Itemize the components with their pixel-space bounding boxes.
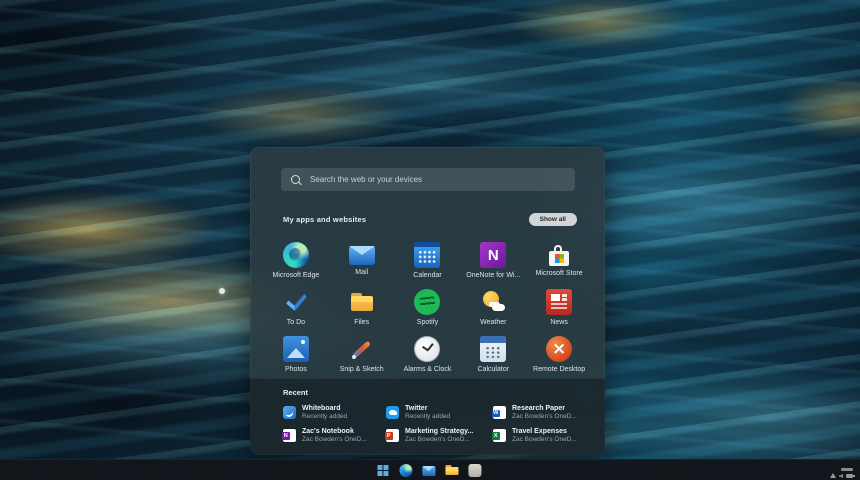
- start-menu-panel: My apps and websites Show all Microsoft …: [250, 147, 605, 455]
- doc-word-icon: [493, 406, 506, 419]
- snip-icon: [349, 336, 375, 362]
- recent-item-twitter[interactable]: TwitterRecently added: [386, 405, 493, 422]
- app-label: Files: [354, 319, 369, 326]
- news-icon: [546, 289, 572, 315]
- taskbar-mail-icon[interactable]: [422, 466, 435, 476]
- app-label: Microsoft Edge: [273, 272, 320, 279]
- weather-icon: [480, 289, 506, 315]
- recent-item-subtitle: Zac Bowden's OneD...: [512, 436, 577, 444]
- apps-section-title: My apps and websites: [283, 215, 366, 224]
- app-tile-microsoft-edge[interactable]: Microsoft Edge: [263, 242, 329, 289]
- files-icon: [349, 289, 375, 315]
- app-label: Alarms & Clock: [404, 366, 452, 373]
- recent-item-zac-s-notebook[interactable]: Zac's NotebookZac Bowden's OneD...: [283, 428, 386, 445]
- twitter-icon: [386, 406, 399, 419]
- onenote-icon: [480, 242, 506, 268]
- search-bar[interactable]: [281, 168, 575, 191]
- recent-item-title: Marketing Strategy...: [405, 428, 473, 436]
- app-label: News: [550, 319, 568, 326]
- taskbar-start-icon[interactable]: [376, 464, 389, 477]
- app-tile-calendar[interactable]: Calendar: [395, 242, 461, 289]
- app-tile-news[interactable]: News: [526, 289, 592, 336]
- app-tile-files[interactable]: Files: [329, 289, 395, 336]
- app-label: OneNote for Wi...: [466, 272, 520, 279]
- recent-section: Recent WhiteboardRecently addedTwitterRe…: [250, 378, 605, 455]
- taskbar-center-icons: [376, 460, 481, 480]
- clock-icon: [414, 336, 440, 362]
- photos-icon: [283, 336, 309, 362]
- taskbar-microsoft-edge-icon[interactable]: [399, 464, 412, 477]
- app-tile-onenote-for-wi[interactable]: OneNote for Wi...: [460, 242, 526, 289]
- recent-item-title: Zac's Notebook: [302, 428, 367, 436]
- taskbar: [0, 459, 860, 480]
- show-all-button[interactable]: Show all: [529, 213, 577, 226]
- app-tile-calculator[interactable]: Calculator: [460, 336, 526, 383]
- app-tile-alarms-clock[interactable]: Alarms & Clock: [395, 336, 461, 383]
- remote-icon: [546, 336, 572, 362]
- recent-item-subtitle: Zac Bowden's OneD...: [512, 413, 577, 421]
- desktop-wallpaper: My apps and websites Show all Microsoft …: [0, 0, 860, 480]
- recent-item-title: Research Paper: [512, 405, 577, 413]
- recent-grid: WhiteboardRecently addedTwitterRecently …: [283, 405, 605, 444]
- recent-item-title: Travel Expenses: [512, 428, 577, 436]
- store-icon: [549, 251, 569, 266]
- todo-icon: [283, 289, 309, 315]
- wifi-icon[interactable]: [830, 473, 836, 478]
- volume-icon[interactable]: [839, 474, 843, 478]
- recent-item-title: Twitter: [405, 405, 450, 413]
- recent-item-subtitle: Zac Bowden's OneD...: [302, 436, 367, 444]
- calculator-icon: [480, 336, 506, 362]
- app-label: To Do: [287, 319, 305, 326]
- doc-onenote-icon: [283, 429, 296, 442]
- recent-item-whiteboard[interactable]: WhiteboardRecently added: [283, 405, 386, 422]
- spotify-icon: [414, 289, 440, 315]
- mouse-cursor: [219, 288, 225, 294]
- app-label: Calculator: [478, 366, 510, 373]
- app-label: Snip & Sketch: [340, 366, 384, 373]
- app-label: Photos: [285, 366, 307, 373]
- whiteboard-icon: [283, 406, 296, 419]
- app-tile-microsoft-store[interactable]: Microsoft Store: [526, 242, 592, 289]
- app-tile-remote-desktop[interactable]: Remote Desktop: [526, 336, 592, 383]
- app-label: Microsoft Store: [536, 270, 583, 277]
- taskbar-files-icon[interactable]: [445, 464, 458, 477]
- app-label: Weather: [480, 319, 506, 326]
- app-label: Remote Desktop: [533, 366, 585, 373]
- recent-item-subtitle: Zac Bowden's OneD...: [405, 436, 473, 444]
- app-tile-snip-sketch[interactable]: Snip & Sketch: [329, 336, 395, 383]
- app-tile-spotify[interactable]: Spotify: [395, 289, 461, 336]
- search-icon: [291, 175, 300, 184]
- calendar-icon: [414, 242, 440, 268]
- app-tile-photos[interactable]: Photos: [263, 336, 329, 383]
- search-input[interactable]: [308, 174, 565, 185]
- recent-item-travel-expenses[interactable]: Travel ExpensesZac Bowden's OneD...: [493, 428, 605, 445]
- doc-excel-icon: [493, 429, 506, 442]
- recent-item-research-paper[interactable]: Research PaperZac Bowden's OneD...: [493, 405, 605, 422]
- system-tray[interactable]: [830, 468, 853, 478]
- apps-section-header: My apps and websites Show all: [283, 213, 577, 226]
- recent-item-subtitle: Recently added: [405, 413, 450, 421]
- battery-icon[interactable]: [846, 474, 853, 478]
- recent-item-marketing-strategy[interactable]: Marketing Strategy...Zac Bowden's OneD..…: [386, 428, 493, 445]
- app-label: Spotify: [417, 319, 438, 326]
- recent-item-title: Whiteboard: [302, 405, 347, 413]
- mail-icon: [349, 246, 375, 265]
- tray-status-text: [841, 468, 853, 471]
- app-label: Mail: [355, 269, 368, 276]
- doc-ppt-icon: [386, 429, 399, 442]
- recent-section-title: Recent: [283, 388, 605, 397]
- app-tile-to-do[interactable]: To Do: [263, 289, 329, 336]
- app-tile-weather[interactable]: Weather: [460, 289, 526, 336]
- app-grid: Microsoft Edge Mail Calendar OneNote for Wi…: [263, 242, 592, 383]
- app-tile-mail[interactable]: Mail: [329, 242, 395, 289]
- app-label: Calendar: [413, 272, 441, 279]
- taskbar-app-icon[interactable]: [468, 464, 481, 477]
- recent-item-subtitle: Recently added: [302, 413, 347, 421]
- edge-icon: [283, 242, 309, 268]
